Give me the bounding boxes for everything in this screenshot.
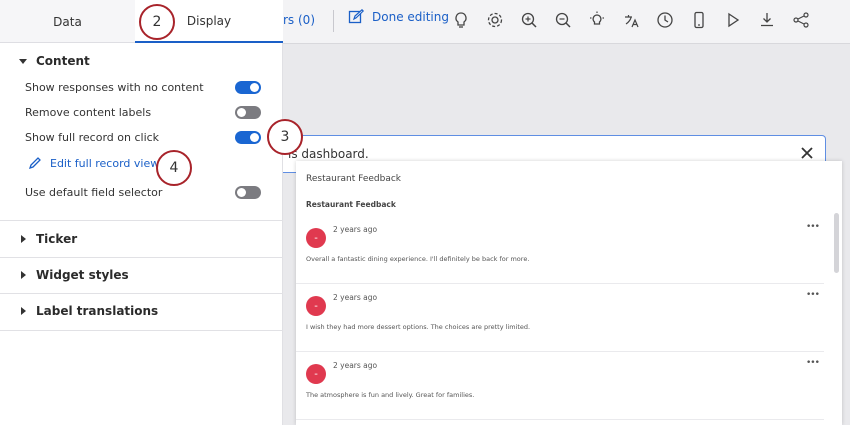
toggle-switch[interactable] [235,185,261,199]
section-widget-styles-header[interactable]: Widget styles [18,267,301,283]
pencil-icon [28,157,41,170]
toggle-switch[interactable] [235,105,261,119]
done-editing-button[interactable]: Done editing [348,9,449,25]
callout-badge-4: 4 [156,150,192,186]
response-text: Overall a fantastic dining experience. I… [306,255,530,263]
option-label: Show full record on click [25,130,160,144]
section-divider [0,220,283,221]
download-icon[interactable] [758,11,776,29]
section-ticker-header[interactable]: Ticker [18,231,301,247]
idea-icon[interactable] [588,11,606,29]
option-label: Remove content labels [25,105,152,119]
response-text: The atmosphere is fun and lively. Great … [306,391,475,399]
edit-full-record-label: Edit full record view [50,156,160,170]
section-divider [0,293,283,294]
response-time: 2 years ago [333,293,378,302]
feed-divider [296,351,824,352]
edit-full-record-link[interactable]: Edit full record view [28,156,159,170]
response-item[interactable]: - 2 years ago ••• The atmosphere is fun … [296,354,824,422]
section-label-translations-header[interactable]: Label translations [18,303,301,319]
response-item[interactable]: - 2 years ago ••• Overall a fantastic di… [296,218,824,286]
response-item[interactable]: - 2 years ago ••• I wish they had more d… [296,286,824,354]
more-options-icon[interactable]: ••• [806,358,820,368]
zoom-in-icon[interactable] [520,11,538,29]
widget-title: Restaurant Feedback [306,174,401,184]
play-icon[interactable] [724,11,742,29]
avatar: - [306,296,326,316]
option-show-full-record: Show full record on click [25,128,261,146]
widget-settings-panel: Data Display Content Show responses with… [0,0,283,425]
lightbulb-question-icon[interactable] [452,11,470,29]
close-icon[interactable] [800,146,814,160]
filters-button[interactable]: rs (0) [283,13,315,27]
clock-icon[interactable] [656,11,674,29]
callout-badge-3: 3 [267,119,303,155]
more-options-icon[interactable]: ••• [806,290,820,300]
avatar: - [306,228,326,248]
tab-data[interactable]: Data [0,0,135,43]
toggle-switch[interactable] [235,80,261,94]
caret-down-icon [19,59,27,64]
feed-divider [296,283,824,284]
zoom-out-icon[interactable] [554,11,572,29]
caret-right-icon [21,307,26,315]
option-default-field-selector: Use default field selector [25,183,261,201]
feed-subtitle: Restaurant Feedback [306,200,396,209]
toggle-switch[interactable] [235,130,261,144]
feed-widget: Restaurant Feedback Restaurant Feedback … [296,161,842,425]
feed-scrollbar[interactable] [834,213,839,273]
edit-icon [348,9,364,24]
feed-divider [296,419,824,420]
section-title: Label translations [36,304,159,318]
mobile-icon[interactable] [690,11,708,29]
gear-icon[interactable] [486,11,504,29]
toolbar-divider [333,10,334,32]
more-options-icon[interactable]: ••• [806,222,820,232]
section-title: Content [36,54,90,68]
section-title: Widget styles [36,268,129,282]
option-label: Use default field selector [25,185,163,199]
toolbar-icons [452,11,810,29]
option-show-responses-no-content: Show responses with no content [25,78,261,96]
caret-right-icon [21,271,26,279]
caret-right-icon [21,235,26,243]
translate-icon[interactable] [622,11,640,29]
avatar: - [306,364,326,384]
section-content-header[interactable]: Content [18,53,301,69]
response-time: 2 years ago [333,225,378,234]
share-icon[interactable] [792,11,810,29]
info-banner-text: is dashboard. [288,147,369,161]
option-remove-content-labels: Remove content labels [25,103,261,121]
section-title: Ticker [36,232,78,246]
section-divider [0,330,283,331]
done-editing-label: Done editing [372,10,449,24]
response-time: 2 years ago [333,361,378,370]
callout-badge-2: 2 [139,4,175,40]
section-divider [0,257,283,258]
option-label: Show responses with no content [25,80,204,94]
response-text: I wish they had more dessert options. Th… [306,323,531,331]
